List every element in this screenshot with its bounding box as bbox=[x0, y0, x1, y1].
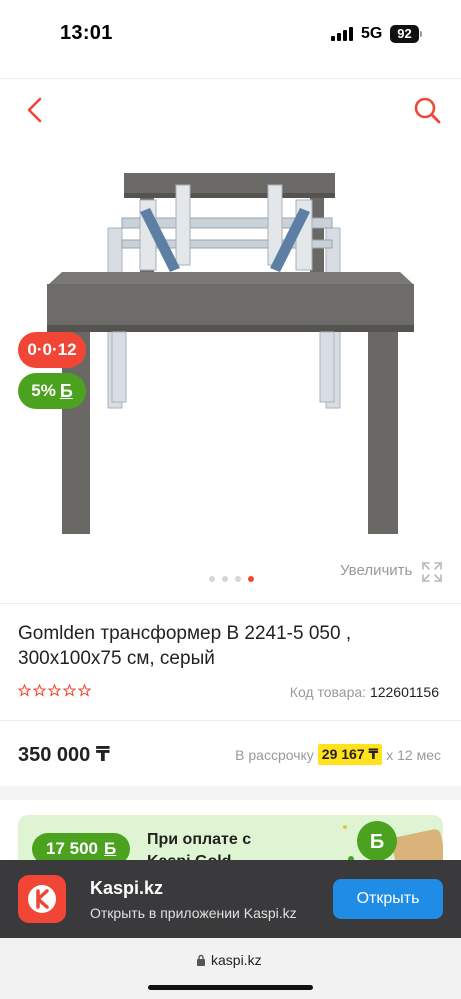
battery-nub bbox=[420, 31, 422, 37]
rating-stars[interactable] bbox=[18, 684, 91, 697]
status-time: 13:01 bbox=[60, 22, 113, 44]
app-subtitle: Открыть в приложении Kaspi.kz bbox=[90, 905, 297, 921]
installment-amount: 29 167 ₸ bbox=[317, 744, 383, 765]
bonus-badge: 5% Б bbox=[18, 373, 86, 409]
star-empty-icon bbox=[78, 684, 91, 697]
installment-suffix: х 12 мес bbox=[386, 746, 441, 763]
search-button[interactable] bbox=[411, 94, 443, 126]
divider bbox=[0, 603, 461, 604]
gallery-dot[interactable] bbox=[209, 576, 215, 582]
section-separator bbox=[0, 786, 461, 800]
battery-icon: 92 bbox=[390, 25, 419, 43]
installment-info: В рассрочку 29 167 ₸ х 12 мес bbox=[235, 744, 441, 765]
product-sku: Код товара: 122601156 bbox=[290, 684, 439, 700]
svg-text:Б: Б bbox=[370, 831, 384, 853]
bonus-chip-symbol: Б bbox=[104, 839, 117, 858]
gallery-dot[interactable] bbox=[235, 576, 241, 582]
product-title: Gomlden трансформер В 2241-5 050 , 300х1… bbox=[18, 623, 352, 669]
product-image[interactable] bbox=[0, 160, 461, 580]
bonus-symbol: Б bbox=[59, 380, 73, 401]
product-price: 350 000 ₸ bbox=[18, 744, 110, 766]
app-name: Kaspi.kz bbox=[90, 878, 164, 898]
home-indicator bbox=[148, 985, 313, 990]
installment-badge: 0·0·12 bbox=[18, 332, 86, 368]
sku-value: 122601156 bbox=[369, 684, 439, 700]
open-in-app-button[interactable]: Открыть bbox=[333, 879, 443, 919]
kaspi-app-icon[interactable] bbox=[18, 875, 66, 923]
cellular-signal-icon bbox=[331, 27, 355, 41]
lock-icon bbox=[197, 954, 205, 966]
search-icon bbox=[414, 97, 441, 124]
kaspi-logo-icon bbox=[28, 885, 56, 913]
network-type: 5G bbox=[361, 25, 383, 42]
extendable-table-illustration bbox=[47, 173, 414, 534]
back-button[interactable] bbox=[20, 94, 50, 126]
gallery-dot[interactable] bbox=[222, 576, 228, 582]
star-empty-icon bbox=[33, 684, 46, 697]
gallery-dot-active[interactable] bbox=[248, 576, 254, 582]
chevron-left-icon bbox=[27, 97, 42, 123]
bonus-amount: 17 500 bbox=[46, 839, 98, 858]
installment-prefix: В рассрочку bbox=[235, 746, 314, 763]
status-bar: 13:01 5G 92 bbox=[0, 0, 461, 70]
zoom-link[interactable]: Увеличить bbox=[340, 562, 412, 579]
url-display[interactable]: kaspi.kz bbox=[196, 952, 262, 968]
bonus-percent: 5% bbox=[31, 381, 56, 400]
divider bbox=[0, 720, 461, 721]
url-text: kaspi.kz bbox=[211, 952, 262, 968]
sku-label: Код товара: bbox=[289, 684, 367, 700]
star-empty-icon bbox=[18, 684, 31, 697]
star-empty-icon bbox=[63, 684, 76, 697]
gallery-pagination[interactable] bbox=[209, 576, 254, 582]
star-empty-icon bbox=[48, 684, 61, 697]
header-divider bbox=[0, 78, 461, 79]
open-in-app-banner: Kaspi.kz Открыть в приложении Kaspi.kz О… bbox=[0, 860, 461, 938]
expand-icon[interactable] bbox=[420, 560, 444, 584]
